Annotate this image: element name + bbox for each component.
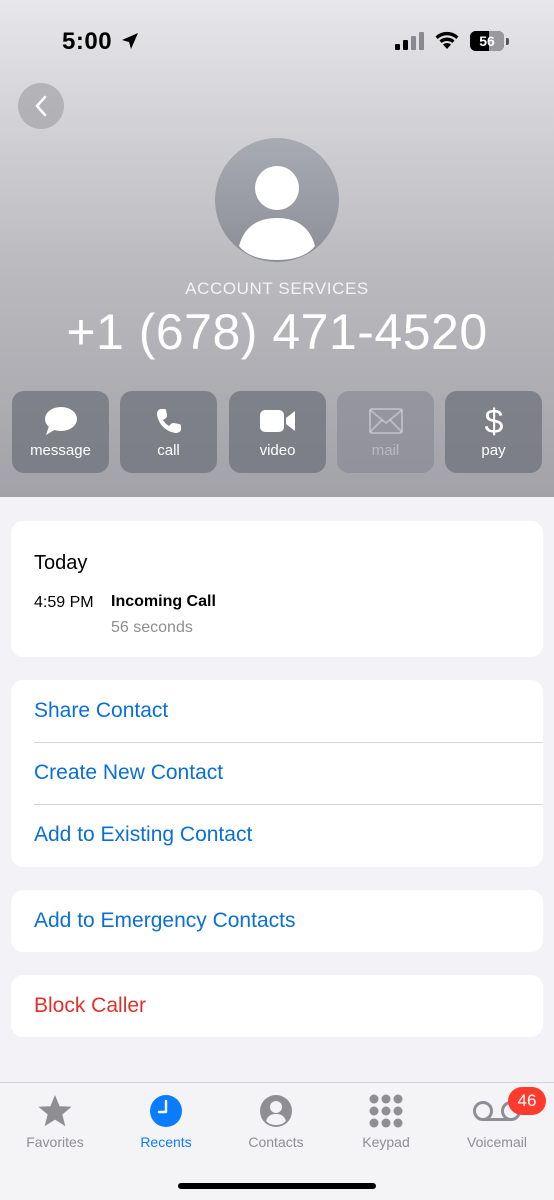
person-silhouette-icon (239, 166, 315, 260)
block-caller-button[interactable]: Block Caller (34, 994, 146, 1018)
divider (34, 742, 543, 743)
tab-label: Keypad (362, 1134, 410, 1150)
video-label: video (259, 442, 296, 459)
call-history-card: Today 4:59 PM Incoming Call 56 seconds (11, 521, 543, 657)
keypad-icon (369, 1094, 403, 1128)
tab-favorites[interactable]: Favorites (0, 1083, 110, 1163)
contact-header: 5:00 56 ACCOUNT SERVICES +1 (678) 471-45… (0, 0, 554, 497)
call-label: call (157, 442, 180, 459)
star-icon (38, 1095, 72, 1127)
phone-number: +1 (678) 471-4520 (66, 304, 488, 360)
tab-keypad[interactable]: Keypad (331, 1083, 441, 1163)
avatar (215, 138, 339, 262)
history-day: Today (34, 552, 88, 574)
tab-label: Recents (140, 1134, 192, 1150)
message-icon (44, 407, 77, 435)
video-icon (259, 410, 295, 432)
battery-indicator: 56 (470, 31, 510, 51)
add-to-existing-contact-button[interactable]: Add to Existing Contact (34, 823, 252, 847)
dollar-icon: $ (484, 404, 503, 438)
voicemail-badge: 46 (508, 1087, 546, 1115)
tab-label: Favorites (26, 1134, 84, 1150)
tab-label: Voicemail (467, 1134, 527, 1150)
wifi-icon (435, 31, 459, 49)
quick-actions: message call video mail $ pay (12, 391, 542, 473)
create-new-contact-button[interactable]: Create New Contact (34, 761, 223, 785)
battery-percent: 56 (479, 33, 495, 49)
pay-label: pay (481, 442, 506, 459)
chevron-left-icon (35, 95, 47, 117)
add-to-emergency-contacts-button[interactable]: Add to Emergency Contacts (34, 909, 295, 933)
message-label: message (30, 442, 91, 459)
call-duration: 56 seconds (111, 619, 193, 636)
divider (34, 804, 543, 805)
mail-label: mail (371, 442, 400, 459)
share-contact-button[interactable]: Share Contact (34, 699, 168, 723)
phone-icon (156, 409, 181, 433)
call-button[interactable]: call (120, 391, 217, 473)
tab-recents[interactable]: Recents (111, 1083, 221, 1163)
mail-button[interactable]: mail (337, 391, 434, 473)
contact-label: ACCOUNT SERVICES (185, 279, 369, 298)
status-bar: 5:00 56 (0, 0, 554, 80)
svg-text:$: $ (484, 404, 503, 438)
contact-options-card: Share Contact Create New Contact Add to … (11, 680, 543, 867)
tab-contacts[interactable]: Contacts (221, 1083, 331, 1163)
message-button[interactable]: message (12, 391, 109, 473)
block-card: Block Caller (11, 975, 543, 1037)
clock-icon (150, 1095, 182, 1127)
emergency-card: Add to Emergency Contacts (11, 890, 543, 952)
home-indicator[interactable] (178, 1183, 376, 1189)
status-time: 5:00 (62, 28, 113, 55)
pay-button[interactable]: $ pay (445, 391, 542, 473)
call-time: 4:59 PM (34, 594, 94, 611)
cellular-signal-icon (395, 32, 424, 50)
call-type: Incoming Call (111, 593, 216, 610)
person-circle-icon (260, 1095, 292, 1127)
location-arrow-icon (122, 33, 138, 49)
mail-icon (368, 408, 403, 434)
video-button[interactable]: video (229, 391, 326, 473)
back-button[interactable] (18, 83, 64, 129)
tab-label: Contacts (248, 1134, 304, 1150)
